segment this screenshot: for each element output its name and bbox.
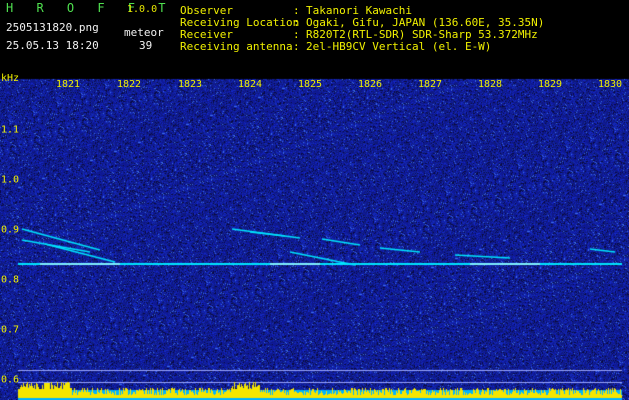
y-tick-label: 0.8	[1, 274, 20, 286]
x-tick-label: 1827	[417, 79, 443, 90]
image-filename: 2505131820.png	[6, 21, 99, 34]
y-tick-label: 0.9	[1, 224, 20, 236]
meteor-count-label: meteor	[124, 26, 164, 39]
x-tick-label: 1826	[357, 79, 383, 90]
y-tick-label: 1.0	[1, 174, 20, 186]
app-version: 1.0.0	[127, 4, 158, 15]
x-tick-label: 1829	[537, 79, 563, 90]
x-tick-label: 1828	[477, 79, 503, 90]
header-panel: H R O F F T 1.0.0 2505131820.png meteor …	[0, 0, 629, 72]
observation-datetime: 25.05.13 18:20	[6, 39, 99, 52]
x-tick-label: 1823	[177, 79, 203, 90]
info-antenna: Receiving antenna : 2el-HB9CV Vertical (…	[180, 40, 492, 53]
x-tick-label: 1822	[116, 79, 142, 90]
y-tick-label: 0.7	[1, 324, 20, 336]
y-tick-label: 0.6	[1, 374, 20, 386]
x-tick-label: 1825	[297, 79, 323, 90]
info-value: 2el-HB9CV Vertical (el. E-W)	[306, 40, 492, 53]
x-tick-label: 1824	[237, 79, 263, 90]
y-axis-unit: kHz	[1, 73, 20, 84]
x-tick-label: 1821	[55, 79, 81, 90]
y-tick-label: 1.1	[1, 124, 20, 136]
info-label: Receiving antenna	[180, 40, 293, 53]
spectrogram-canvas	[0, 72, 629, 400]
meteor-count-value: 39	[139, 39, 153, 52]
x-tick-label: 1830	[597, 79, 623, 90]
